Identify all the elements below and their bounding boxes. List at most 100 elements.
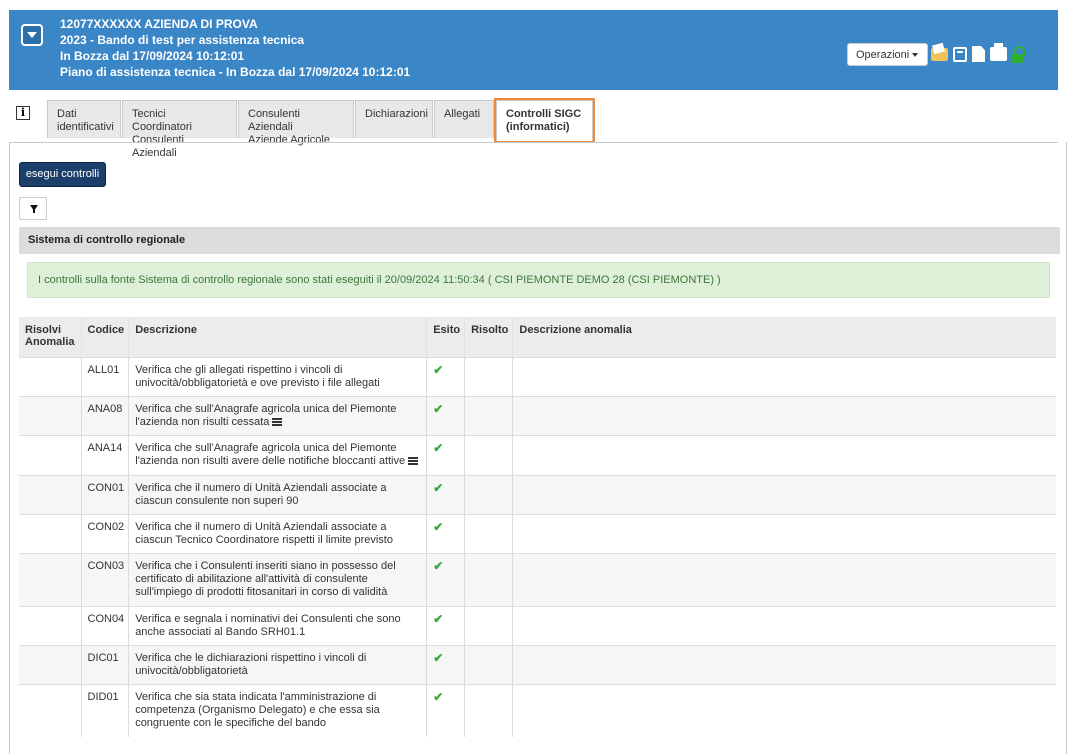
description-text: Verifica che le dichiarazioni rispettino… [135,651,367,677]
document-icon[interactable] [972,46,985,62]
cell-esito: ✔ [426,552,465,606]
col-risolvi-anomalia[interactable]: Risolvi Anomalia [19,317,81,357]
header-label: Anomalia [25,336,75,348]
cell-description: Verifica che sia stata indicata l'ammini… [128,683,427,737]
check-icon: ✔ [433,689,444,704]
tab-label: Allegati [444,108,481,120]
cell-code: ANA08 [80,395,129,435]
cell-esito: ✔ [426,683,465,737]
header-plan: Piano di assistenza tecnica - In Bozza d… [60,65,411,79]
table-row: ANA14 Verifica che sull'Anagrafe agricol… [19,434,1056,475]
folder-icon[interactable] [931,47,948,61]
print-icon[interactable] [990,43,1007,61]
controls-executed-alert: I controlli sulla fonte Sistema di contr… [27,262,1050,298]
header-info: 12077XXXXXX AZIENDA DI PROVA 2023 - Band… [60,16,410,80]
cell-esito: ✔ [426,513,465,553]
description-text: Verifica che sull'Anagrafe agricola unic… [135,402,397,428]
tab-bar: i Dati identificativi Tecnici Coordinato… [9,98,1058,159]
cell-code: DIC01 [80,644,129,684]
tab-consulenti-aziendali[interactable]: Consulenti Aziendali Aziende Agricole [238,100,354,146]
cell-risolto [464,474,513,514]
cell-risolvi [19,434,81,475]
details-list-icon[interactable] [408,456,419,465]
description-text: Verifica che gli allegati rispettino i v… [135,363,380,389]
cell-risolto [464,552,513,606]
details-list-icon[interactable] [272,417,283,426]
cell-risolto [464,644,513,684]
cell-risolto [464,683,513,737]
tab-dichiarazioni[interactable]: Dichiarazioni [355,100,433,138]
col-risolto[interactable]: Risolto [464,317,513,357]
table-row: CON03 Verifica che i Consulenti inseriti… [19,552,1056,606]
col-descrizione[interactable]: Descrizione [128,317,427,357]
table-row: CON01 Verifica che il numero di Unità Az… [19,474,1056,514]
tab-label: Controlli SIGC [506,108,582,120]
cell-description: Verifica che sull'Anagrafe agricola unic… [128,395,427,435]
table-row: DIC01 Verifica che le dichiarazioni risp… [19,644,1056,684]
check-icon: ✔ [433,480,444,495]
cell-risolto [464,605,513,645]
info-icon[interactable]: i [16,106,30,120]
tab-label: Dichiarazioni [365,108,428,120]
cell-description: Verifica che i Consulenti inseriti siano… [128,552,427,606]
check-icon: ✔ [433,440,444,455]
tab-label: identificativi [57,121,114,133]
description-text: Verifica che i Consulenti inseriti siano… [135,559,396,598]
tab-allegati[interactable]: Allegati [434,100,494,138]
app-logo-icon[interactable] [21,24,43,46]
description-text: Verifica che il numero di Unità Aziendal… [135,520,393,546]
table-row: ALL01 Verifica che gli allegati rispetti… [19,356,1056,396]
description-text: Verifica che sull'Anagrafe agricola unic… [135,441,406,467]
description-text: Verifica che sia stata indicata l'ammini… [135,690,380,729]
unlock-icon[interactable] [1012,45,1025,63]
cell-description: Verifica che le dichiarazioni rispettino… [128,644,427,684]
cell-anomaly-desc [512,552,1056,606]
table-row: CON04 Verifica e segnala i nominativi de… [19,605,1056,645]
controls-table: Risolvi Anomalia Codice Descrizione Esit… [19,317,1056,737]
cell-code: DID01 [80,683,129,737]
cell-risolto [464,513,513,553]
cell-risolvi [19,683,81,737]
header-status: In Bozza dal 17/09/2024 10:12:01 [60,49,245,63]
cell-risolvi [19,605,81,645]
cell-anomaly-desc [512,605,1056,645]
tab-label: (informatici) [506,121,570,133]
page-header: 12077XXXXXX AZIENDA DI PROVA 2023 - Band… [9,10,1058,90]
tab-dati-identificativi[interactable]: Dati identificativi [47,100,121,138]
cell-anomaly-desc [512,474,1056,514]
operations-label: Operazioni [856,49,910,61]
description-text: Verifica e segnala i nominativi dei Cons… [135,612,401,638]
check-icon: ✔ [433,519,444,534]
tab-label: Dati [57,108,77,120]
col-codice[interactable]: Codice [80,317,129,357]
cell-esito: ✔ [426,474,465,514]
cell-description: Verifica che il numero di Unità Aziendal… [128,513,427,553]
table-header-row: Risolvi Anomalia Codice Descrizione Esit… [19,317,1056,357]
cell-risolto [464,395,513,435]
tab-tecnici-coordinatori[interactable]: Tecnici Coordinatori Consulenti Aziendal… [122,100,237,159]
cell-description: Verifica che il numero di Unità Aziendal… [128,474,427,514]
header-bando: 2023 - Bando di test per assistenza tecn… [60,33,305,47]
check-icon: ✔ [433,558,444,573]
cell-anomaly-desc [512,513,1056,553]
cell-anomaly-desc [512,356,1056,396]
header-label: Risolvi [25,324,62,336]
cell-description: Verifica e segnala i nominativi dei Cons… [128,605,427,645]
cell-risolvi [19,644,81,684]
header-toolbar [931,43,1025,65]
tab-controlli-sigc[interactable]: Controlli SIGC (informatici) [494,98,595,143]
header-company: 12077XXXXXX AZIENDA DI PROVA [60,17,258,31]
cell-code: CON01 [80,474,129,514]
filter-icon[interactable] [19,197,47,220]
execute-controls-button[interactable]: esegui controlli [19,162,106,187]
col-esito[interactable]: Esito [426,317,465,357]
list-icon[interactable] [953,46,967,62]
operations-dropdown[interactable]: Operazioni [847,43,928,66]
cell-esito: ✔ [426,605,465,645]
col-descrizione-anomalia[interactable]: Descrizione anomalia [512,317,1056,357]
cell-esito: ✔ [426,356,465,396]
cell-description: Verifica che sull'Anagrafe agricola unic… [128,434,427,475]
cell-risolvi [19,474,81,514]
cell-risolto [464,434,513,475]
cell-esito: ✔ [426,644,465,684]
